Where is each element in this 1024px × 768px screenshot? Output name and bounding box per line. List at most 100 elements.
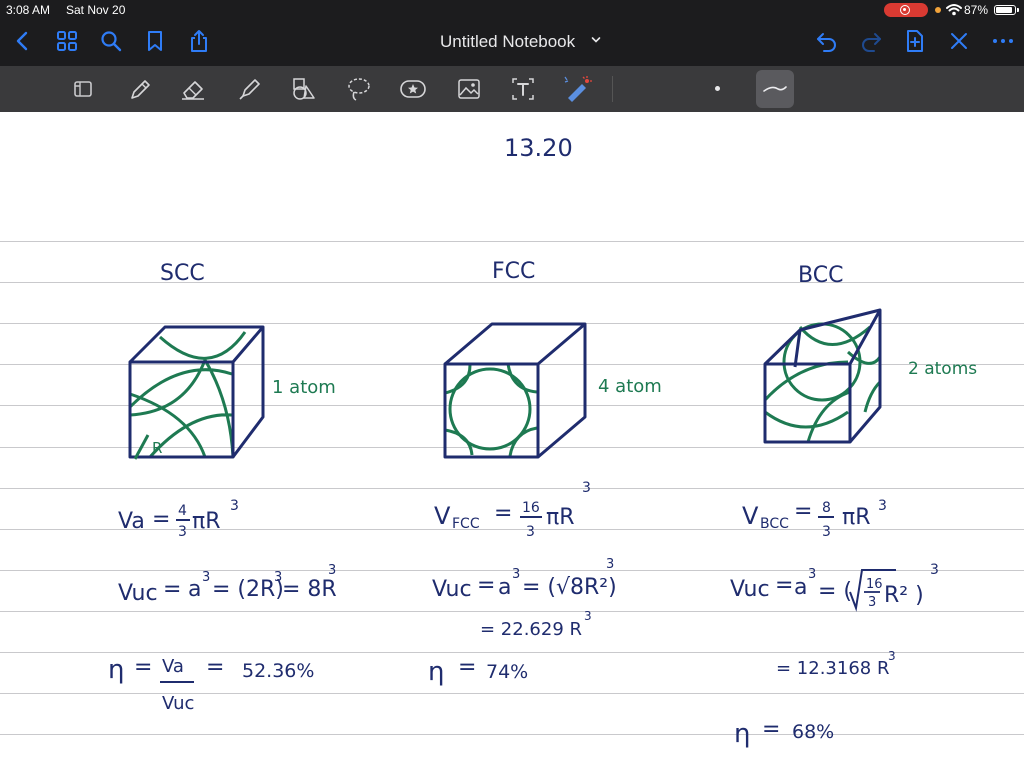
lasso-icon[interactable] (344, 74, 374, 104)
share-icon[interactable] (186, 28, 212, 54)
scc-eta-frac-den: Vuc (162, 693, 194, 714)
bcc-v-frac-num: 8 (822, 500, 831, 516)
shapes-icon[interactable] (288, 74, 318, 104)
bcc-heading: BCC (798, 263, 843, 288)
scc-vuc-rhs3-exp: 3 (328, 563, 336, 578)
bcc-v-exp: 3 (878, 498, 887, 514)
drawing-toolbar (0, 66, 1024, 112)
fcc-vuc-rhs-exp: 3 (512, 567, 520, 582)
search-icon[interactable] (98, 28, 124, 54)
bookmark-icon[interactable] (142, 28, 168, 54)
scc-heading: SCC (160, 261, 205, 286)
bcc-vuc-rhs: a (794, 575, 807, 600)
scc-eta-frac-num: Va (162, 656, 184, 677)
bcc-vuc-rhs-exp: 3 (808, 567, 816, 582)
scc-vuc-rhs3: = 8R (282, 577, 337, 602)
scc-va-frac-num: 4 (178, 503, 187, 519)
screen-recording-indicator[interactable] (884, 3, 928, 17)
scc-va-exp: 3 (230, 498, 239, 514)
mic-in-use-icon (935, 7, 941, 13)
fcc-vuc-rhs: a (498, 575, 511, 600)
fcc-v-eq: = (494, 501, 512, 526)
eraser-icon[interactable] (178, 74, 208, 104)
bcc-eta-value: 68% (792, 721, 834, 743)
fcc-v-rest: πR (546, 505, 575, 530)
image-icon[interactable] (454, 74, 484, 104)
fcc-vuc-line2-exp: 3 (584, 609, 592, 623)
elements-icon[interactable] (398, 74, 428, 104)
fcc-vuc-lhs: Vuc (432, 577, 472, 602)
notebook-title: Untitled Notebook (440, 32, 576, 51)
bcc-vuc-rhs2-open: = ( (818, 579, 852, 604)
top-bar: 3:08 AM Sat Nov 20 87% Untitled Notebook (0, 0, 1024, 66)
fcc-vuc-rhs2: = (√8R²) (522, 575, 617, 600)
fcc-heading: FCC (492, 259, 535, 284)
status-bar: 3:08 AM Sat Nov 20 87% (0, 0, 1024, 20)
fcc-eta-value: 74% (486, 661, 528, 683)
wifi-icon (946, 4, 962, 16)
scc-vuc-eq: = (163, 577, 181, 602)
pen-icon[interactable] (124, 74, 154, 104)
stroke-style-icon (763, 86, 787, 92)
bcc-vuc-frac-num: 16 (866, 577, 883, 592)
laser-pointer-icon[interactable] (562, 74, 592, 104)
bcc-vuc-frac-den: 3 (868, 595, 876, 610)
fcc-atom-count: 4 atom (598, 376, 662, 397)
fcc-v-lhs: V (434, 502, 451, 530)
scc-vuc-rhs-exp: 3 (202, 570, 210, 585)
status-date: Sat Nov 20 (66, 3, 126, 17)
scc-va-eq: = (152, 507, 170, 532)
text-icon[interactable] (508, 74, 538, 104)
fcc-vuc-line2: = 22.629 R (480, 619, 582, 640)
bcc-v-rest: πR (842, 505, 871, 530)
fcc-vuc-rhs2-exp: 3 (606, 557, 614, 572)
scc-vuc-lhs: Vuc (118, 581, 158, 606)
scc-eta-value: 52.36% (242, 660, 314, 682)
status-time: 3:08 AM (6, 3, 51, 17)
bcc-vuc-line2: = 12.3168 R (776, 658, 889, 679)
close-icon[interactable] (946, 28, 972, 54)
bcc-vuc-rhs2-exp: 3 (930, 562, 939, 578)
scc-eta-eq: = (134, 655, 152, 680)
handwritten-notes: 13.20 SCC FCC BCC R 1 atom 4 atom 2 atom… (108, 134, 977, 749)
bcc-eta-eq: = (762, 717, 780, 742)
fcc-cube-diagram: 4 atom (443, 322, 662, 459)
fcc-v-frac-num: 16 (522, 500, 540, 516)
bcc-vuc-lhs: Vuc (730, 577, 770, 602)
toolbar-divider (612, 76, 613, 102)
battery-icon (994, 5, 1019, 15)
scc-va-frac-den: 3 (178, 524, 187, 540)
more-icon[interactable] (990, 28, 1016, 54)
scc-va-lhs: Va (118, 509, 145, 534)
pen-size-dot[interactable] (715, 86, 720, 91)
scc-eta: η (108, 655, 124, 685)
scc-atom-count: 1 atom (272, 377, 336, 398)
bcc-vuc-rhs2-close: R² ) (884, 583, 924, 608)
scc-cube-diagram: R 1 atom (128, 325, 336, 460)
stroke-style-button[interactable] (756, 70, 794, 108)
back-icon[interactable] (10, 28, 36, 54)
problem-number: 13.20 (504, 134, 573, 162)
undo-icon[interactable] (814, 28, 840, 54)
scc-vuc-rhs: a (188, 577, 201, 602)
fcc-v-sub: FCC (452, 516, 480, 532)
read-mode-icon[interactable] (68, 74, 98, 104)
scc-radius-label: R (152, 439, 162, 457)
notebook-page[interactable]: 13.20 SCC FCC BCC R 1 atom 4 atom 2 atom… (0, 112, 1024, 768)
bcc-v-eq: = (794, 499, 812, 524)
add-page-icon[interactable] (902, 28, 928, 54)
chevron-down-icon (591, 37, 601, 43)
bcc-v-frac-den: 3 (822, 524, 831, 540)
record-icon (900, 5, 910, 15)
fcc-eta: η (428, 657, 444, 687)
bcc-v-sub: BCC (760, 516, 789, 532)
bcc-vuc-line2-exp: 3 (888, 649, 896, 663)
bcc-v-lhs: V (742, 502, 759, 530)
redo-icon[interactable] (858, 28, 884, 54)
bcc-cube-diagram: 2 atoms (763, 308, 977, 444)
bcc-vuc-eq: = (775, 573, 793, 598)
thumbnails-icon[interactable] (54, 28, 80, 54)
highlighter-icon[interactable] (234, 74, 264, 104)
scc-eta-eq2: = (206, 655, 224, 680)
bcc-eta: η (734, 719, 750, 749)
